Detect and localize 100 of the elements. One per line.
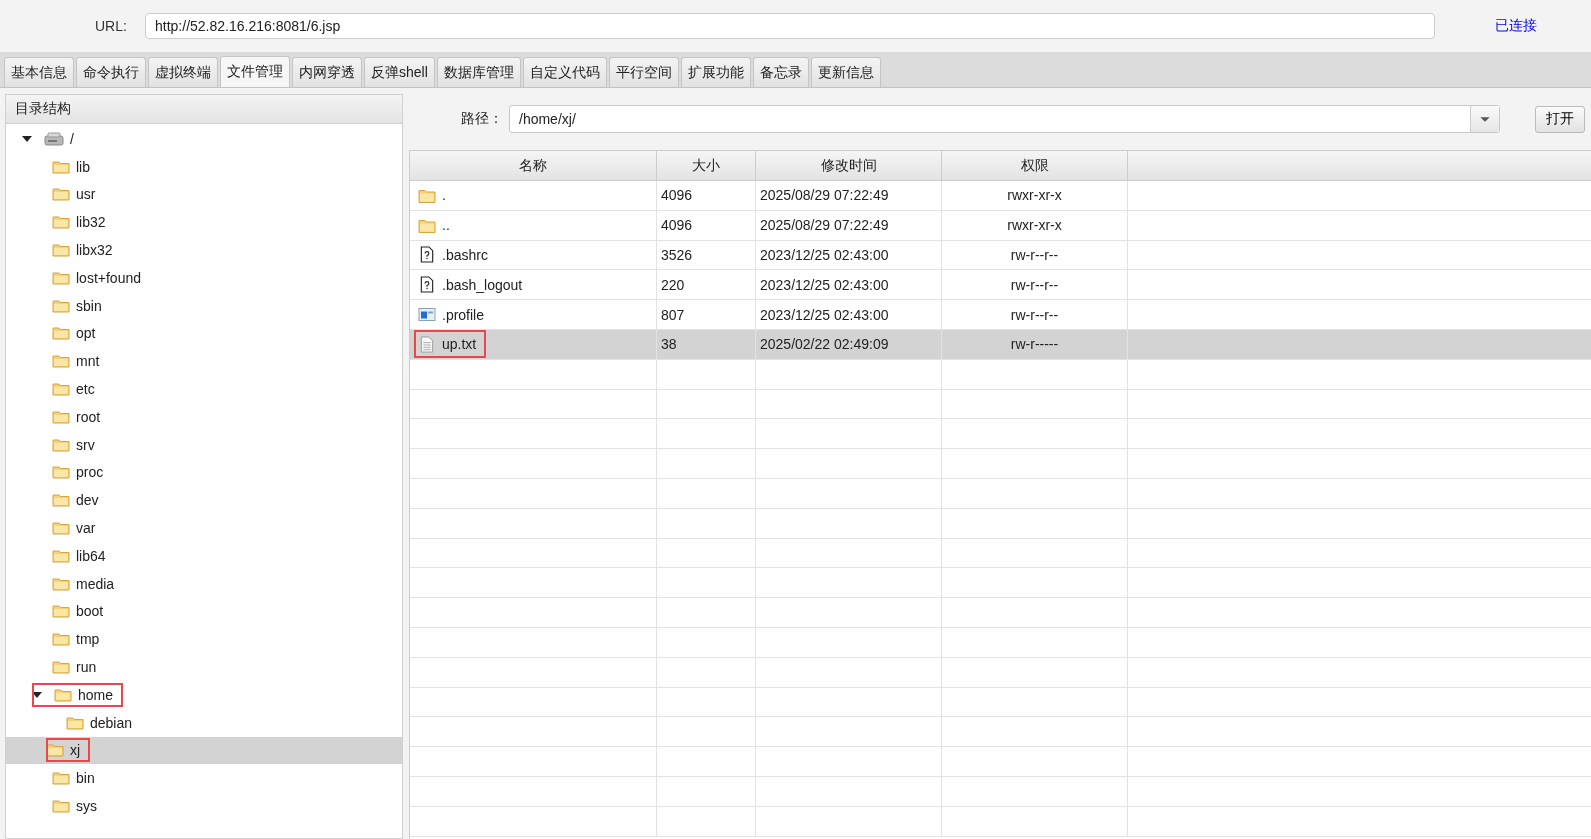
- connection-status: 已连接: [1495, 17, 1537, 35]
- file-size: 4096: [661, 217, 693, 234]
- modified-time: 2023/12/25 02:43:00: [760, 247, 889, 263]
- tree-item[interactable]: debian: [6, 708, 402, 737]
- column-header[interactable]: 大小: [657, 151, 756, 180]
- tree-item[interactable]: bin: [6, 764, 402, 793]
- tab[interactable]: 扩展功能: [680, 57, 751, 87]
- folder-icon: [52, 270, 70, 285]
- tab[interactable]: 基本信息: [4, 57, 74, 87]
- file-name: .bashrc: [442, 247, 488, 263]
- tree-item[interactable]: srv: [6, 430, 402, 459]
- tree-item[interactable]: lib32: [6, 208, 402, 237]
- file-name: ..: [442, 217, 450, 234]
- tree-item[interactable]: opt: [6, 319, 402, 348]
- folder-name: dev: [76, 492, 99, 509]
- file-row[interactable]: .. 4096 2025/08/29 07:22:49 rwxr-xr-x: [410, 210, 1591, 241]
- folder-name: xj: [70, 742, 81, 759]
- column-header[interactable]: 权限: [942, 151, 1128, 180]
- file-row[interactable]: .profile 807 2023/12/25 02:43:00 rw-r--r--: [410, 300, 1591, 330]
- folder-name: bin: [76, 770, 95, 787]
- file-size: 807: [661, 306, 685, 323]
- tree-item[interactable]: boot: [6, 597, 402, 626]
- drive-icon: [44, 131, 64, 146]
- file-row[interactable]: up.txt 38 2025/02/22 02:49:09 rw-r-----: [410, 330, 1591, 360]
- folder-name: usr: [76, 186, 96, 203]
- folder-name: sbin: [76, 297, 102, 314]
- folder-icon: [52, 521, 70, 536]
- modified-time: 2023/12/25 02:43:00: [760, 306, 889, 323]
- tree-item[interactable]: usr: [6, 180, 402, 209]
- folder-name: lib32: [76, 214, 106, 231]
- file-row[interactable]: .bash_logout 220 2023/12/25 02:43:00 rw-r--r--: [410, 270, 1591, 301]
- tree-item[interactable]: home: [6, 680, 402, 709]
- tree-item[interactable]: lib64: [6, 541, 402, 570]
- tab[interactable]: 命令执行: [76, 57, 146, 87]
- folder-name: mnt: [76, 353, 100, 370]
- permissions: rw-r-----: [1010, 336, 1059, 353]
- file-name: up.txt: [442, 336, 477, 353]
- tab[interactable]: 自定义代码: [522, 57, 607, 87]
- tree-item[interactable]: lib: [6, 152, 402, 181]
- tab[interactable]: 反弹shell: [364, 57, 435, 87]
- tree-item[interactable]: tmp: [6, 625, 402, 654]
- column-header[interactable]: 名称: [410, 151, 657, 180]
- modified-time: 2025/08/29 07:22:49: [760, 187, 889, 204]
- folder-icon: [52, 437, 70, 452]
- column-header[interactable]: 修改时间: [756, 151, 942, 180]
- folder-name: debian: [90, 714, 133, 731]
- tree-item[interactable]: etc: [6, 375, 402, 403]
- panel-title: 目录结构: [15, 100, 71, 118]
- tab[interactable]: 虚拟终端: [148, 57, 218, 87]
- tab[interactable]: 内网穿透: [292, 57, 362, 87]
- file-name: .bash_logout: [442, 276, 523, 293]
- tree-item[interactable]: sys: [6, 792, 402, 820]
- tab[interactable]: 备忘录: [752, 57, 809, 87]
- folder-icon: [52, 576, 70, 591]
- folder-name: var: [76, 520, 96, 537]
- tree-item[interactable]: /: [6, 125, 402, 153]
- folder-icon: [52, 799, 70, 813]
- tree-item[interactable]: root: [6, 402, 402, 431]
- expand-triangle-icon[interactable]: [32, 689, 42, 700]
- file-row[interactable]: . 4096 2025/08/29 07:22:49 rwxr-xr-x: [410, 181, 1591, 211]
- tree-item[interactable]: sbin: [6, 291, 402, 320]
- tab[interactable]: 文件管理: [220, 56, 290, 87]
- folder-icon: [52, 243, 70, 258]
- folder-icon: [54, 687, 72, 702]
- folder-name: sys: [76, 798, 97, 814]
- file-size: 4096: [661, 187, 693, 204]
- tree-item[interactable]: proc: [6, 458, 402, 487]
- text-file-icon: [418, 335, 436, 353]
- tab[interactable]: 更新信息: [810, 57, 881, 87]
- folder-name: /: [70, 130, 74, 147]
- folder-icon: [52, 159, 70, 174]
- folder-icon: [46, 743, 64, 758]
- folder-icon: [52, 409, 70, 424]
- window-file-icon: [418, 306, 436, 324]
- tree-item[interactable]: mnt: [6, 347, 402, 376]
- expand-triangle-icon[interactable]: [22, 133, 32, 144]
- tree-item[interactable]: var: [6, 514, 402, 542]
- folder-icon: [52, 326, 70, 341]
- file-row[interactable]: .bashrc 3526 2023/12/25 02:43:00 rw-r--r--: [410, 240, 1591, 271]
- folder-icon: [52, 604, 70, 619]
- folder-name: boot: [76, 603, 104, 620]
- folder-icon: [52, 771, 70, 786]
- folder-icon: [52, 187, 70, 202]
- tree-item[interactable]: lost+found: [6, 264, 402, 292]
- url-label: URL:: [95, 18, 128, 34]
- tree-item[interactable]: run: [6, 653, 402, 681]
- tree-item[interactable]: libx32: [6, 236, 402, 264]
- file-size: 3526: [661, 247, 693, 263]
- open-button[interactable]: 打开: [1535, 105, 1585, 133]
- folder-name: etc: [76, 381, 95, 398]
- tree-item[interactable]: xj: [6, 736, 402, 765]
- url-field[interactable]: http://52.82.16.216:8081/6.jsp: [145, 13, 1435, 39]
- permissions: rw-r--r--: [1010, 276, 1059, 293]
- dropdown-caret-icon[interactable]: [1470, 106, 1499, 132]
- tree-item[interactable]: media: [6, 569, 402, 598]
- tab[interactable]: 数据库管理: [436, 57, 521, 87]
- tree-item[interactable]: dev: [6, 486, 402, 515]
- path-field[interactable]: /home/xj/: [509, 105, 1500, 133]
- folder-icon: [52, 660, 70, 675]
- tab[interactable]: 平行空间: [608, 57, 679, 87]
